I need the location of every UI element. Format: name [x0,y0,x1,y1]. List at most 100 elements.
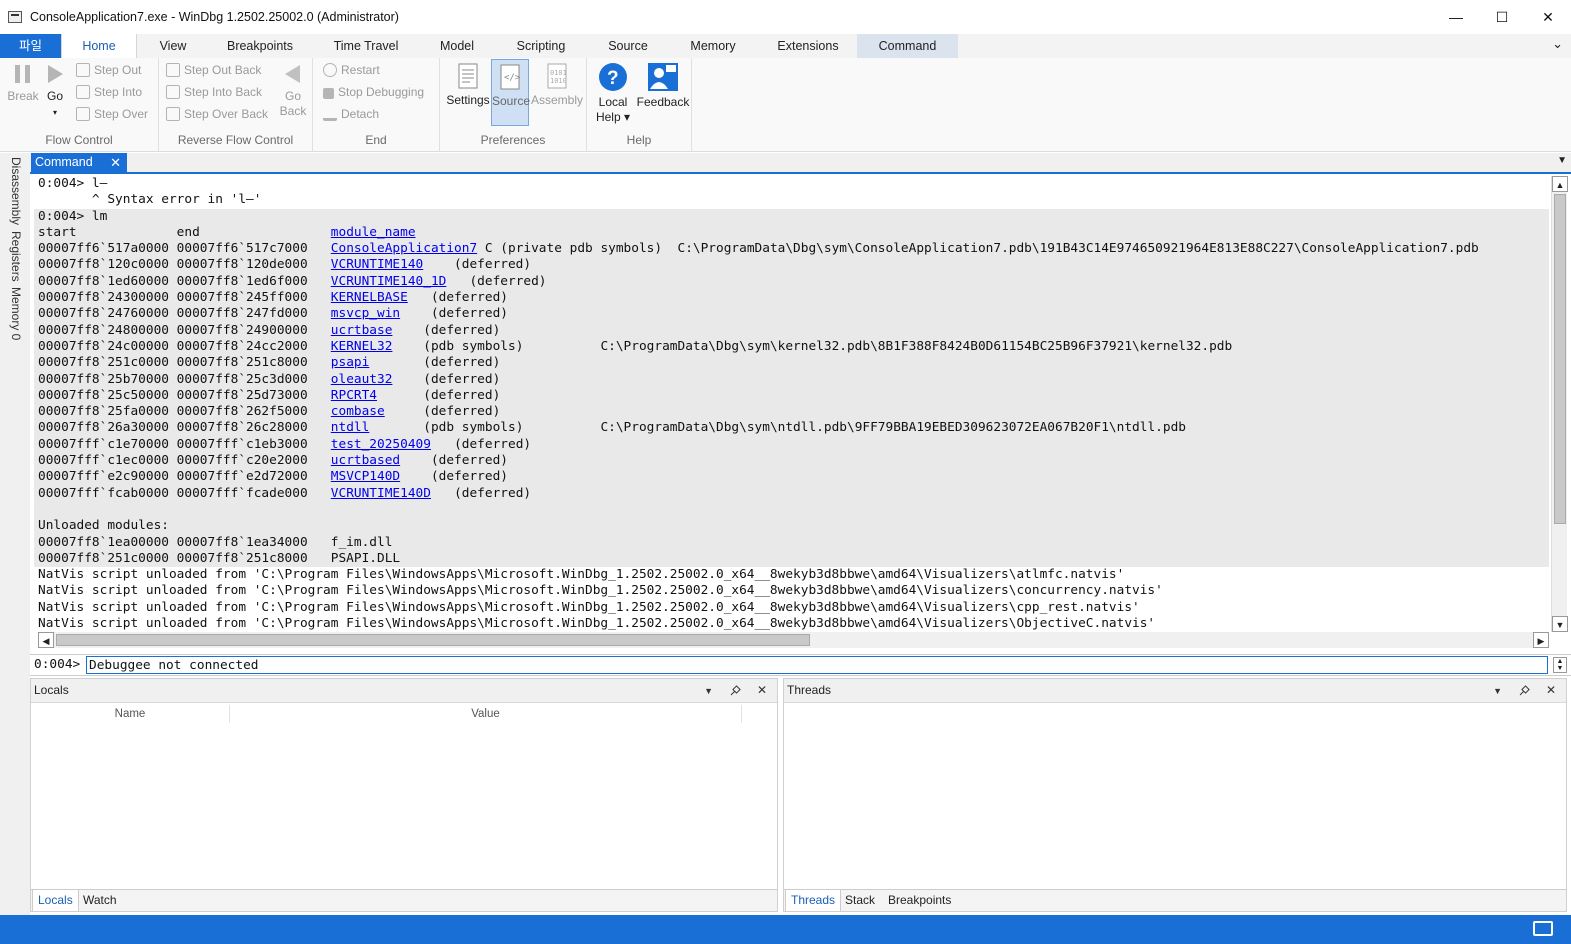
tab-model[interactable]: Model [421,34,493,58]
settings-button[interactable]: Settings [445,62,491,108]
step-into-button[interactable]: Step Into [76,82,142,102]
module-symbol-info: (deferred) [430,436,532,452]
minimize-icon: — [1449,9,1463,25]
module-link[interactable]: VCRUNTIME140_1D [331,274,447,289]
side-tab-disassembly[interactable]: Disassembly [9,157,23,225]
module-link[interactable]: KERNELBASE [331,290,408,305]
scroll-down-icon[interactable]: ▼ [1552,616,1568,632]
threads-dropdown-icon[interactable]: ▼ [1493,686,1502,696]
tab-file[interactable]: 파일 [0,34,61,58]
step-out-button[interactable]: Step Out [76,60,141,80]
module-address-range: 00007fff`c1ec0000 00007fff`c20e2000 [38,453,331,469]
module-link[interactable]: module_name [331,225,416,240]
stop-debugging-button[interactable]: Stop Debugging [323,82,424,102]
output-line: 00007ff8`25c50000 00007ff8`25d73000 RPCR… [34,387,1549,405]
local-help-button[interactable]: ? Local Help ▾ [593,62,633,125]
panel-menu-icon[interactable]: ▼ [1557,155,1567,166]
module-link[interactable]: RPCRT4 [331,388,377,403]
module-symbol-info: C (private pdb symbols) C:\ProgramData\D… [477,241,1479,257]
tab-threads[interactable]: Threads [785,890,842,911]
module-link[interactable]: KERNEL32 [331,339,393,354]
step-into-back-label: Step Into Back [184,85,263,99]
module-address-range: 00007ff8`25c50000 00007ff8`25d73000 [38,387,331,403]
module-address-range: 00007ff8`120c0000 00007ff8`120de000 [38,257,331,273]
go-back-button[interactable]: Go Back [277,62,309,119]
tab-extensions[interactable]: Extensions [759,34,857,58]
horizontal-scrollbar[interactable]: ◀ ▶ [38,632,1549,648]
detach-button[interactable]: Detach [323,104,379,124]
side-tab-memory-0[interactable]: Memory 0 [9,287,23,340]
tab-stack[interactable]: Stack [840,890,880,911]
break-button[interactable]: Break [6,62,40,104]
preferences-group: Settings </> Source 0101 1010 Assembly Pr… [440,58,587,152]
command-input-row: 0:004> ▲▼ [30,654,1571,676]
threads-footer-tabs: Threads Stack Breakpoints [784,889,1566,911]
command-prompt: 0:004> [34,657,81,672]
tab-watch[interactable]: Watch [78,890,122,911]
step-out-back-button[interactable]: Step Out Back [166,60,261,80]
tab-time-travel[interactable]: Time Travel [311,34,421,58]
command-output[interactable]: 0:004> l— ^ Syntax error in 'l—' 0:004> l… [34,176,1549,631]
close-command-tab-icon[interactable]: ✕ [110,153,121,172]
module-address-range: start end [38,224,331,240]
go-dropdown-icon[interactable]: ▾ [53,108,57,117]
output-line: ^ Syntax error in 'l—' [38,192,262,208]
horizontal-scroll-thumb[interactable] [56,634,810,646]
reverse-flow-control-group: Step Out Back Step Into Back Step Over B… [159,58,313,152]
output-line: 00007fff`c1e70000 00007fff`c1eb3000 test… [34,436,1549,454]
module-link[interactable]: test_20250409 [331,437,431,452]
locals-name-column[interactable]: Name [31,705,230,723]
module-link[interactable]: ConsoleApplication7 [331,241,477,256]
tab-locals[interactable]: Locals [32,890,79,911]
tab-breakpoints[interactable]: Breakpoints [209,34,311,58]
vertical-scrollbar[interactable]: ▲ ▼ [1551,176,1568,632]
maximize-button[interactable]: ☐ [1479,0,1525,34]
step-over-button[interactable]: Step Over [76,104,148,124]
step-over-back-button[interactable]: Step Over Back [166,104,268,124]
tab-command-window[interactable]: Command ✕ [31,153,127,174]
module-link[interactable]: MSVCP140D [331,469,400,484]
scroll-right-icon[interactable]: ▶ [1533,632,1549,648]
source-button[interactable]: </> Source [491,59,530,126]
module-link[interactable]: msvcp_win [331,306,400,321]
locals-dropdown-icon[interactable]: ▼ [704,686,713,696]
feedback-button[interactable]: Feedback [635,62,691,110]
chat-icon[interactable] [1533,921,1553,936]
locals-value-column[interactable]: Value [230,705,742,723]
vertical-scroll-thumb[interactable] [1554,194,1566,524]
threads-close-icon[interactable]: ✕ [1546,683,1556,697]
threads-pin-icon[interactable] [1518,685,1530,697]
minimize-button[interactable]: — [1433,0,1479,34]
tab-source[interactable]: Source [589,34,667,58]
module-link[interactable]: combase [331,404,385,419]
tab-home[interactable]: Home [61,34,137,58]
tab-scripting[interactable]: Scripting [493,34,589,58]
assembly-button[interactable]: 0101 1010 Assembly [530,62,584,108]
side-tab-registers[interactable]: Registers [9,231,23,282]
locals-close-icon[interactable]: ✕ [757,683,767,697]
close-icon: ✕ [1542,8,1554,25]
module-link[interactable]: psapi [331,355,370,370]
input-scroll-spinner[interactable]: ▲ ▼ [1553,657,1567,673]
module-link[interactable]: VCRUNTIME140 [331,257,423,272]
command-input[interactable] [86,656,1548,674]
close-button[interactable]: ✕ [1525,0,1571,34]
scroll-left-icon[interactable]: ◀ [38,632,54,648]
scroll-up-icon[interactable]: ▲ [1552,176,1568,192]
module-link[interactable]: VCRUNTIME140D [331,486,431,501]
tab-memory[interactable]: Memory [667,34,759,58]
locals-pin-icon[interactable] [729,685,741,697]
module-link[interactable]: oleaut32 [331,372,393,387]
collapse-ribbon-icon[interactable]: ⌄ [1552,36,1563,52]
tab-command[interactable]: Command [857,34,958,58]
module-link[interactable]: ntdll [331,420,370,435]
step-into-back-button[interactable]: Step Into Back [166,82,262,102]
restart-button[interactable]: Restart [323,60,380,80]
tab-view[interactable]: View [137,34,209,58]
tab-breakpoints-panel[interactable]: Breakpoints [883,890,956,911]
step-out-label: Step Out [94,63,142,77]
module-address-range: 00007ff6`517a0000 00007ff6`517c7000 [38,241,331,257]
module-link[interactable]: ucrtbase [331,323,393,338]
go-button[interactable]: Go ▾ [42,62,68,120]
module-link[interactable]: ucrtbased [331,453,400,468]
